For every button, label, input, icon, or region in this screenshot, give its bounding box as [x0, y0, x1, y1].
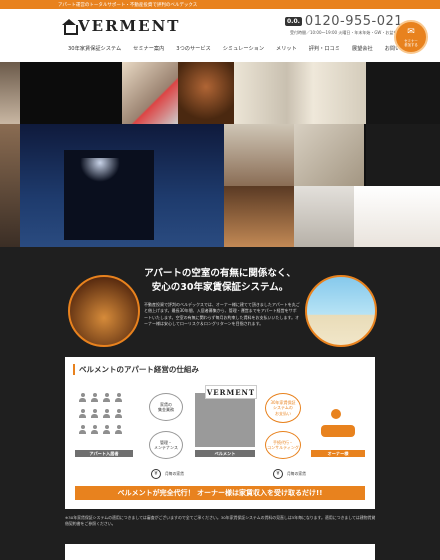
hero-photo-mosaic [0, 62, 440, 247]
tenant-icon [103, 393, 110, 402]
nav-item-company[interactable]: 展望会社 [346, 45, 379, 52]
company-building-icon [195, 393, 255, 447]
tenant-icon [79, 425, 86, 434]
tenant-icon [91, 393, 98, 402]
company-logo-text: VERMENT [206, 387, 256, 397]
phone-number[interactable]: 0120-955-021 [305, 14, 403, 29]
freedial-icon: 0.0. [285, 17, 302, 26]
photo-dark-corner [366, 62, 440, 124]
photo-restaurant-circle [68, 275, 140, 347]
intro-headline-1: アパートの空室の有無に関係なく、 [144, 268, 296, 279]
tenant-label: アパート入居者 [75, 450, 133, 457]
tenant-icon [115, 425, 122, 434]
nav-item-seminar[interactable]: セミナー案内 [127, 45, 170, 52]
photo-washroom [294, 186, 354, 247]
tenant-icon [115, 393, 122, 402]
bubble-consulting: 手続代行・ コンサルティング [265, 431, 301, 459]
photo-room-interior [234, 62, 366, 124]
photo-woman-stretching [354, 186, 440, 247]
photo-person-left [0, 62, 20, 124]
top-tagline: アパート運営のトータルサポート・不動産投資で評判のベルデックス [58, 3, 198, 8]
business-model-card: ベルメントのアパート経営の仕組み アパート入居者 家賃の 集金業務 管理・ メン… [65, 357, 375, 509]
company-building-sign: VERMENT [205, 385, 257, 399]
photo-dark-block [20, 62, 122, 124]
intro-section: アパートの空室の有無に関係なく、 安心の30年家賃保証システム。 不動産投資で評… [0, 247, 440, 355]
seminar-join-label: セミナー 参加する [404, 39, 418, 48]
site-logo[interactable]: VERMENT [62, 17, 180, 35]
disclaimer-note: ※30年家賃保証システムの適用につきましては審査がございますので全てご承ください… [65, 515, 376, 526]
seminar-join-button[interactable]: ✉ セミナー 参加する [394, 20, 428, 54]
tenant-icon [79, 409, 86, 418]
yen-coin-icon: ¥ [151, 469, 161, 479]
bubble-guarantee-payment: 30年家賃保証 システムの お支払い [265, 393, 301, 423]
main-nav: 30年家賃保証システム セミナー案内 3つのサービス シミュレーション メリット… [62, 45, 422, 52]
photo-storefront [224, 186, 294, 247]
apartment-light [80, 158, 120, 182]
photo-chairs [178, 62, 234, 124]
photo-dining-room [224, 124, 294, 186]
intro-body-text: 不動産投資で評判のベルデックスでは、オーナー様に建てて頂きましたアパートを丸ごと… [144, 302, 300, 327]
bubble-rent-collection: 家賃の 集金業務 [149, 393, 183, 421]
company-label: ベルメント [195, 450, 255, 457]
bubble-management: 管理・ メンテナンス [149, 431, 183, 459]
nav-item-merit[interactable]: メリット [270, 45, 303, 52]
tenant-icon [103, 425, 110, 434]
owner-relaxing-icon [317, 405, 357, 445]
nav-item-simulation[interactable]: シミュレーション [217, 45, 270, 52]
top-tagline-bar: アパート運営のトータルサポート・不動産投資で評判のベルデックス [0, 0, 440, 9]
tenant-icon [91, 425, 98, 434]
phone-contact[interactable]: 0.0. 0120-955-021 [285, 14, 403, 29]
photo-kitchen [294, 124, 364, 186]
nav-item-reviews[interactable]: 評判・口コミ [303, 45, 346, 52]
photo-person-left-2 [0, 124, 20, 247]
photo-newspapers [122, 62, 178, 124]
site-header: VERMENT 0.0. 0120-955-021 受付時間／10:00～19:… [0, 9, 440, 62]
intro-headline-2: 安心の30年家賃保証システム。 [151, 282, 289, 293]
yen-coin-icon: ¥ [273, 469, 283, 479]
photo-dark-corner-2 [366, 124, 440, 186]
logo-text: VERMENT [78, 17, 181, 35]
owner-label: オーナー様 [311, 450, 365, 457]
tenant-icon [79, 393, 86, 402]
tenant-icon [115, 409, 122, 418]
diagram-banner: ベルメントが完全代行！ オーナー様は家賃収入を受け取るだけ!! [75, 486, 365, 500]
tenant-icon [91, 409, 98, 418]
nav-item-services[interactable]: 3つのサービス [170, 45, 216, 52]
business-hours: 受付時間／10:00～19:00 火曜日・年末年始・GW・お盆を除く [290, 30, 406, 35]
tenant-icon [103, 409, 110, 418]
photo-beach-jump-circle [305, 275, 377, 347]
mail-icon: ✉ [407, 27, 415, 37]
payment-label-left: 月毎の家賃 [165, 471, 184, 476]
house-logo-icon [62, 19, 78, 35]
payment-label-right: 月毎の家賃 [287, 471, 306, 476]
next-section-card [65, 544, 375, 560]
diagram-title: ベルメントのアパート経営の仕組み [73, 364, 199, 375]
nav-item-guarantee[interactable]: 30年家賃保証システム [62, 45, 127, 52]
